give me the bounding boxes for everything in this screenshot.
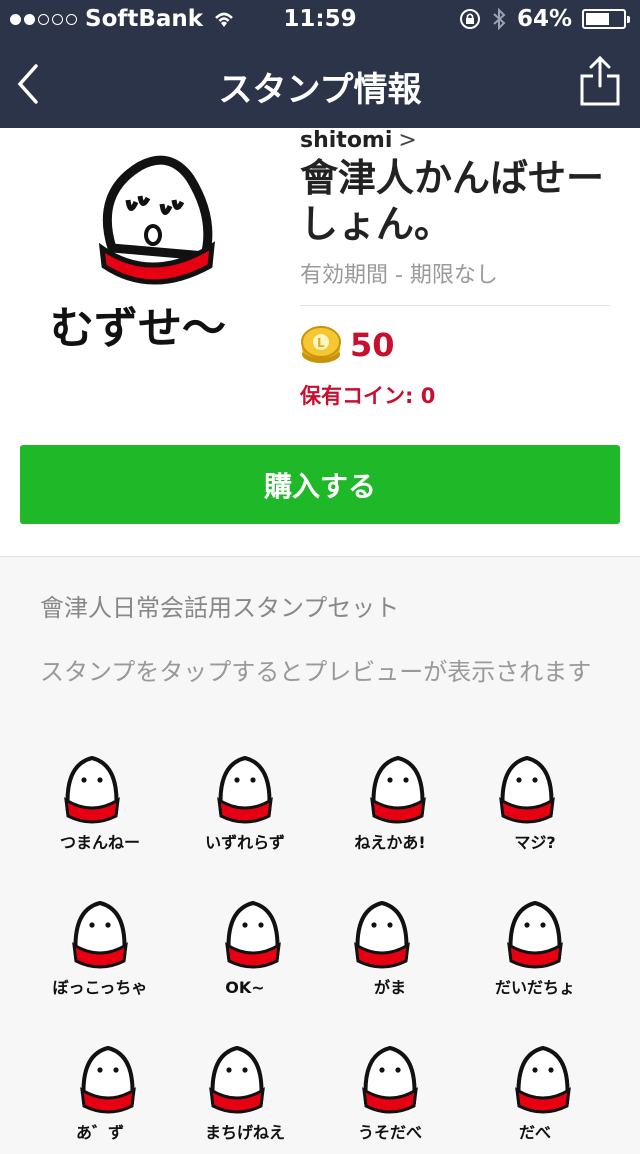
- sticker-image: だべ: [515, 1045, 571, 1142]
- sticker-item[interactable]: OK~: [175, 865, 315, 1005]
- section-divider: [0, 556, 640, 557]
- sticker-image: つまんねー: [60, 755, 140, 852]
- navigation-bar: スタンプ情報: [0, 40, 640, 128]
- sticker-image: OK~: [225, 900, 281, 997]
- sticker-image: がま: [354, 900, 410, 997]
- sticker-item[interactable]: がま: [320, 865, 460, 1005]
- sticker-image: いずれらず: [205, 755, 285, 852]
- sticker-caption: ねえかあ!: [354, 833, 425, 852]
- sticker-caption: だいだちょ: [495, 978, 575, 997]
- sticker-caption: がま: [374, 978, 406, 997]
- sticker-item[interactable]: まちげねえ: [175, 1010, 315, 1150]
- bluetooth-icon: [493, 7, 506, 31]
- price-value: 50: [350, 326, 395, 364]
- sticker-caption: OK~: [225, 978, 264, 997]
- owned-coins: 保有コイン: 0: [300, 384, 436, 408]
- sticker-image: ぼっこっちゃ: [53, 900, 148, 997]
- sticker-caption: ぼっこっちゃ: [53, 978, 148, 997]
- sticker-caption: だべ: [519, 1123, 551, 1142]
- sticker-item[interactable]: うそだべ: [320, 1010, 460, 1150]
- sticker-caption: あ゛ず: [76, 1123, 124, 1142]
- thumbnail-caption: むずせ〜: [50, 303, 226, 354]
- share-icon[interactable]: [578, 54, 622, 108]
- sticker-caption: いずれらず: [205, 833, 285, 852]
- battery-icon: [582, 9, 630, 29]
- sticker-image: マジ?: [499, 755, 556, 852]
- sticker-thumbnail: むずせ〜: [50, 155, 226, 354]
- sticker-details: shitomi > 會津人かんばせーしょん。 有効期間 - 期限なし L 50 保…: [300, 128, 610, 410]
- sticker-caption: うそだべ: [358, 1123, 422, 1142]
- sticker-info-panel: むずせ〜 shitomi > 會津人かんばせーしょん。 有効期間 - 期限なし L…: [0, 128, 640, 556]
- top-bar: SoftBank 11:59 64% スタンプ情報: [0, 0, 640, 128]
- orientation-lock-icon: [459, 9, 480, 29]
- sticker-item[interactable]: いずれらず: [175, 720, 315, 860]
- sticker-item[interactable]: だべ: [465, 1010, 605, 1150]
- sticker-image: だいだちょ: [495, 900, 575, 997]
- sticker-set-title: 會津人日常会話用スタンプセット: [40, 594, 400, 622]
- battery-percent: 64%: [516, 6, 572, 32]
- purchase-button[interactable]: 購入する: [20, 445, 620, 524]
- sticker-caption: まちげねえ: [205, 1123, 285, 1142]
- sticker-image: あ゛ず: [76, 1045, 136, 1142]
- sticker-item[interactable]: ぼっこっちゃ: [30, 865, 170, 1005]
- sticker-caption: マジ?: [514, 833, 555, 852]
- sticker-image: ねえかあ!: [354, 755, 426, 852]
- sticker-image: うそだべ: [358, 1045, 422, 1142]
- price-row: L 50: [300, 324, 610, 366]
- sticker-caption: つまんねー: [60, 833, 140, 852]
- sticker-item[interactable]: だいだちょ: [465, 865, 605, 1005]
- page-title: スタンプ情報: [218, 70, 422, 110]
- validity-period: 有効期間 - 期限なし: [300, 263, 498, 288]
- preview-hint: スタンプをタップするとプレビューが表示されます: [40, 658, 592, 686]
- sticker-image: まちげねえ: [205, 1045, 285, 1142]
- separator: [300, 305, 610, 306]
- status-bar: SoftBank 11:59 64%: [0, 0, 640, 40]
- sticker-item[interactable]: あ゛ず: [30, 1010, 170, 1150]
- author-link[interactable]: shitomi >: [300, 128, 610, 153]
- sticker-title: 會津人かんばせーしょん。: [300, 156, 605, 246]
- sticker-item[interactable]: ねえかあ!: [320, 720, 460, 860]
- coin-icon: L: [301, 326, 341, 363]
- chevron-right-icon: >: [398, 128, 417, 153]
- sticker-item[interactable]: マジ?: [465, 720, 605, 860]
- sticker-item[interactable]: つまんねー: [30, 720, 170, 860]
- svg-text:L: L: [317, 336, 325, 350]
